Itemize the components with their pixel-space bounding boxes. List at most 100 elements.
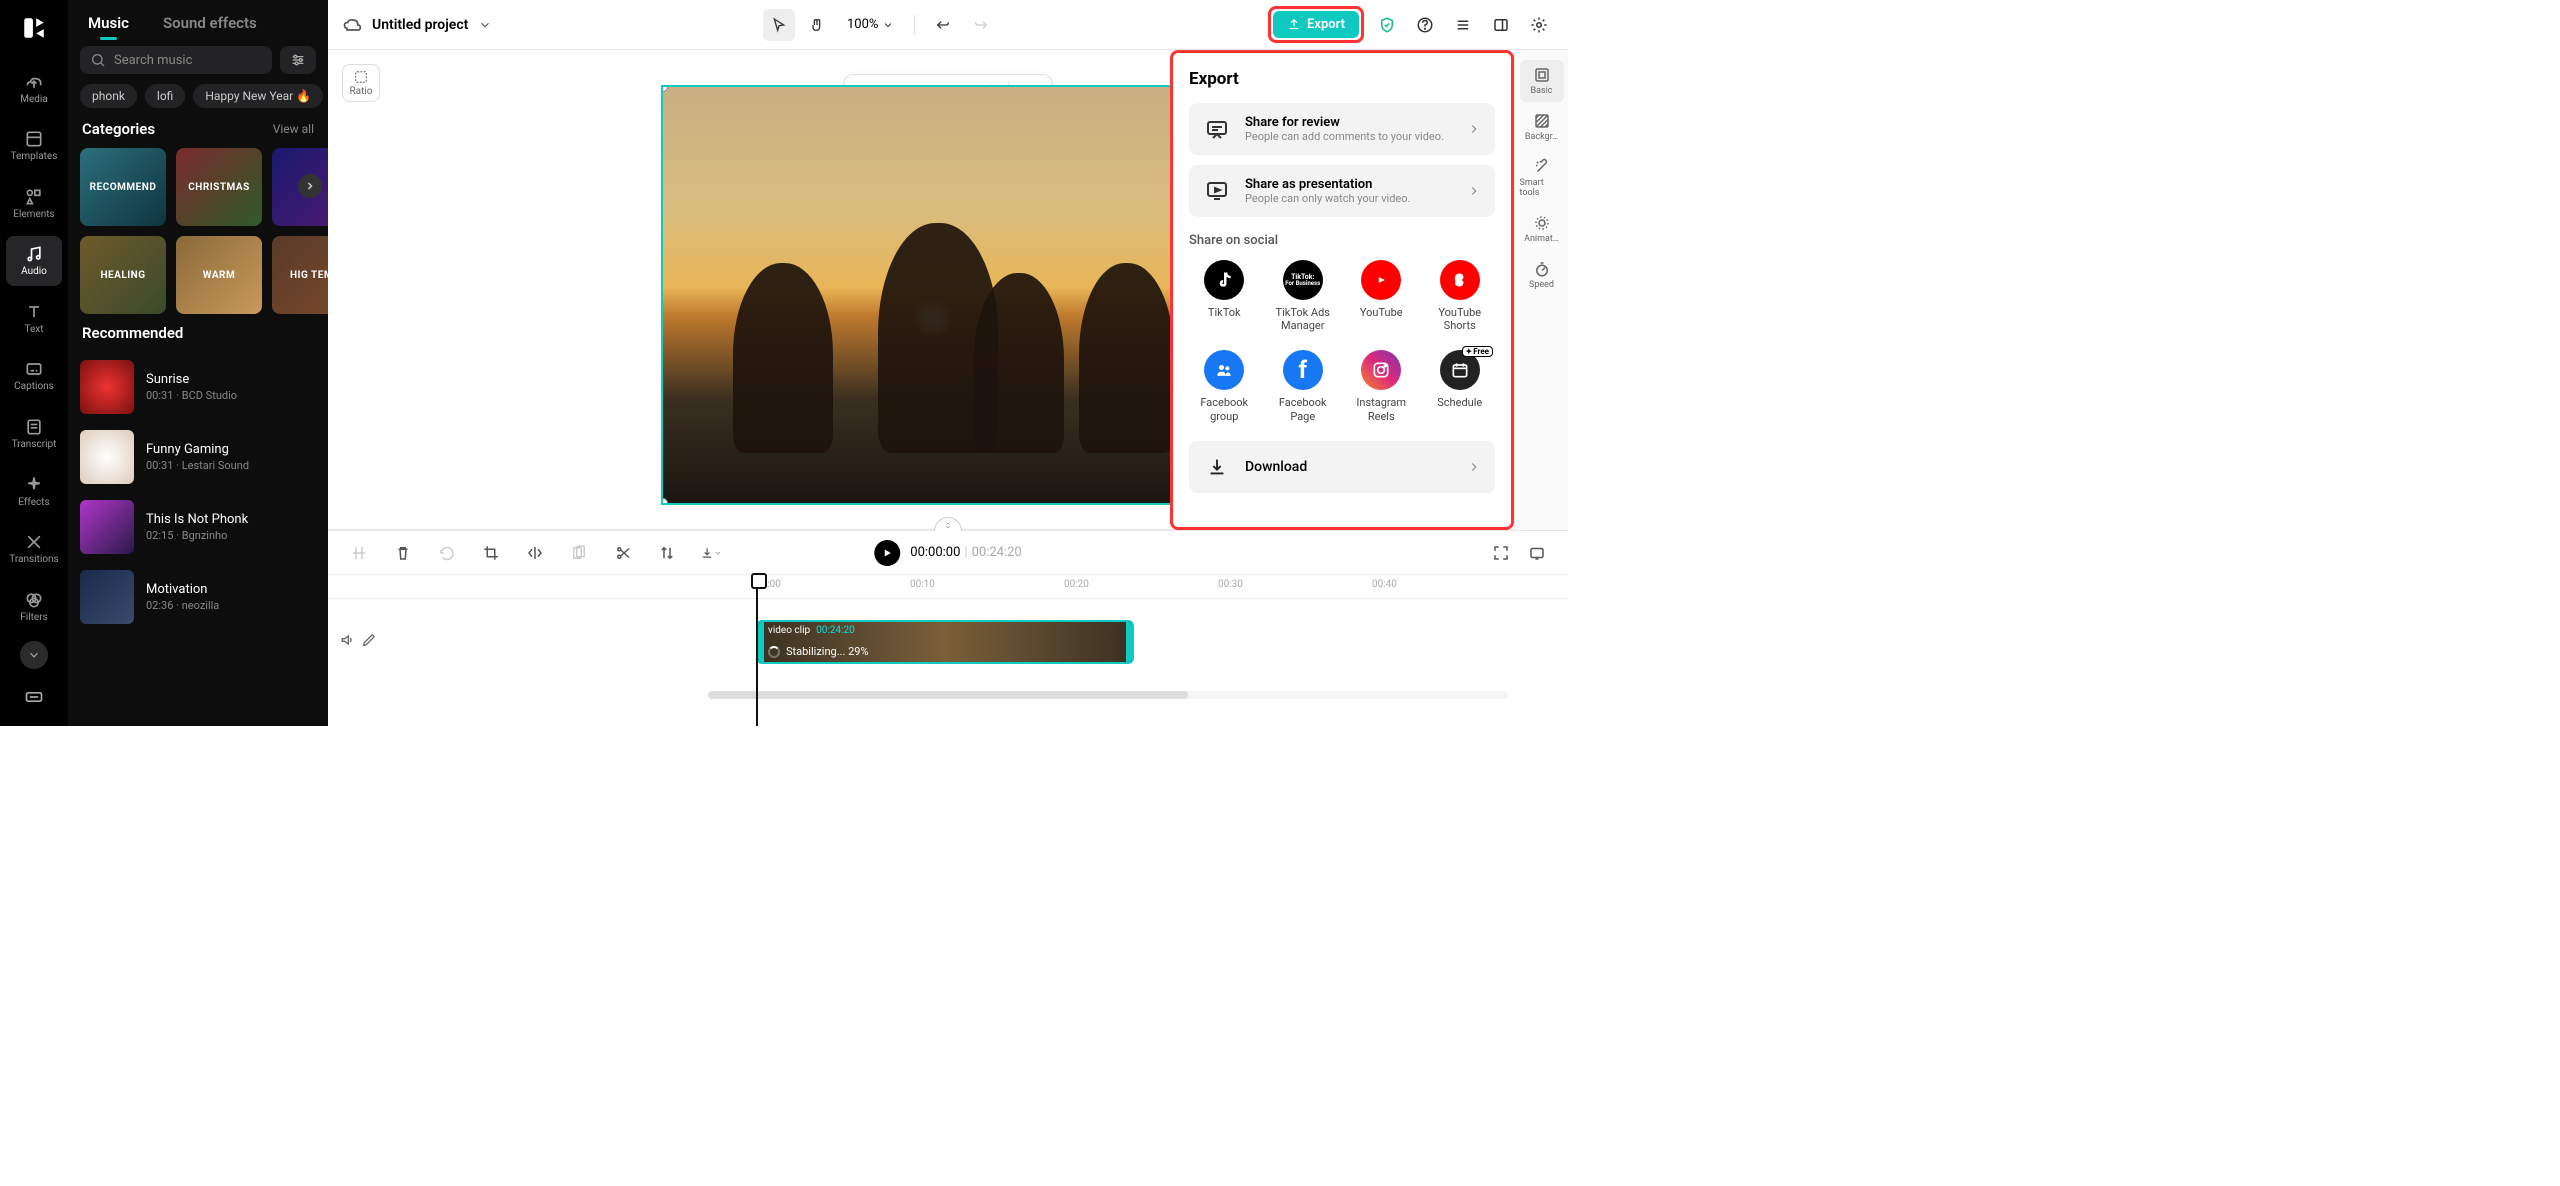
rail-media[interactable]: Media (6, 64, 62, 114)
track-item[interactable]: Funny Gaming 00:31 · Lestari Sound (80, 422, 316, 492)
sliders-icon (290, 52, 306, 68)
social-fb-group[interactable]: Facebook group (1189, 350, 1260, 422)
mirror-tool[interactable] (524, 542, 546, 564)
cloud-save-icon[interactable] (342, 15, 362, 35)
export-highlight: Export (1268, 6, 1364, 43)
split-tool[interactable] (348, 542, 370, 564)
cat-recommend[interactable]: RECOMMEND (80, 148, 166, 226)
zoom-level[interactable]: 100% (847, 17, 894, 32)
track-art (80, 570, 134, 624)
track-audio-icon[interactable] (339, 632, 355, 652)
track-art (80, 360, 134, 414)
chip-happy-new-year[interactable]: Happy New Year 🔥 (193, 84, 323, 108)
social-tiktok-ads[interactable]: TikTok:For Business TikTok Ads Manager (1268, 260, 1339, 332)
cat-high-temp[interactable]: HIG TEMP (272, 236, 328, 314)
retry-tool[interactable] (436, 542, 458, 564)
rr-background[interactable]: Backgr… (1520, 106, 1564, 148)
filter-button[interactable] (280, 46, 316, 74)
settings-icon[interactable] (1524, 10, 1554, 40)
share-as-presentation[interactable]: Share as presentation People can only wa… (1189, 165, 1495, 217)
download-button[interactable]: Download (1189, 441, 1495, 493)
crop-tool[interactable] (480, 542, 502, 564)
resize-handle[interactable] (661, 85, 668, 92)
freeze-tool[interactable] (656, 542, 678, 564)
shield-icon[interactable] (1372, 10, 1402, 40)
cat-healing[interactable]: HEALING (80, 236, 166, 314)
fullscreen-icon[interactable] (1490, 542, 1512, 564)
rr-speed[interactable]: Speed (1520, 254, 1564, 296)
timeline: 00:00:00|00:24:20 00:00 00:10 00:20 00:3… (328, 530, 1568, 726)
cat-scroll-right[interactable] (298, 174, 322, 198)
view-all-link[interactable]: View all (273, 122, 314, 136)
rail-filters[interactable]: Filters (6, 581, 62, 631)
rail-transitions[interactable]: Transitions (6, 524, 62, 574)
social-fb-page[interactable]: f Facebook Page (1268, 350, 1339, 422)
playhead[interactable] (756, 575, 758, 726)
left-rail: Media Templates Elements Audio Text Capt… (0, 0, 68, 726)
play-button[interactable] (874, 540, 900, 566)
cat-christmas[interactable]: CHRISTMAS (176, 148, 262, 226)
download-icon (1203, 453, 1231, 481)
hand-tool[interactable] (801, 9, 833, 41)
social-instagram-reels[interactable]: Instagram Reels (1346, 350, 1417, 422)
ratio-button[interactable]: Ratio (342, 64, 380, 102)
undo-button[interactable] (927, 9, 959, 41)
rail-audio[interactable]: Audio (6, 236, 62, 286)
project-name[interactable]: Untitled project (372, 17, 468, 33)
track-item[interactable]: Sunrise 00:31 · BCD Studio (80, 352, 316, 422)
rail-elements[interactable]: Elements (6, 179, 62, 229)
video-clip[interactable]: video clip00:24:20 Stabilizing... 29% (756, 620, 1134, 664)
pointer-tool[interactable] (763, 9, 795, 41)
chevron-down-icon[interactable] (478, 18, 492, 32)
share-for-review[interactable]: Share for review People can add comments… (1189, 103, 1495, 155)
timeline-ruler[interactable]: 00:00 00:10 00:20 00:30 00:40 (328, 575, 1568, 599)
chevron-right-icon (304, 180, 316, 192)
redo-button[interactable] (965, 9, 997, 41)
social-schedule[interactable]: ✦Free Schedule (1425, 350, 1496, 422)
chip-lofi[interactable]: lofi (145, 84, 185, 108)
track-item[interactable]: This Is Not Phonk 02:15 · Bgnzinho (80, 492, 316, 562)
social-youtube[interactable]: YouTube (1346, 260, 1417, 332)
rail-templates[interactable]: Templates (6, 121, 62, 171)
copy-tool[interactable] (568, 542, 590, 564)
stage-expand-handle[interactable] (934, 517, 962, 531)
track-item[interactable]: Motivation 02:36 · neozilla (80, 562, 316, 632)
review-icon (1203, 115, 1231, 143)
download-tool[interactable] (700, 542, 722, 564)
clip-handle-right[interactable] (1126, 622, 1132, 662)
panel-toggle-icon[interactable] (1486, 10, 1516, 40)
fit-icon[interactable] (1526, 542, 1548, 564)
timeline-scrollbar[interactable] (708, 691, 1508, 699)
tab-music[interactable]: Music (88, 14, 129, 32)
upload-icon (1287, 18, 1301, 32)
cat-warm[interactable]: WARM (176, 236, 262, 314)
video-preview[interactable] (661, 85, 1236, 505)
delete-tool[interactable] (392, 542, 414, 564)
rail-effects[interactable]: Effects (6, 466, 62, 516)
search-input[interactable]: Search music (80, 46, 272, 74)
export-button[interactable]: Export (1273, 11, 1359, 38)
cut-tool[interactable] (612, 542, 634, 564)
rail-text[interactable]: Text (6, 294, 62, 344)
track-edit-icon[interactable] (361, 632, 377, 652)
layers-icon[interactable] (1448, 10, 1478, 40)
rail-transcript[interactable]: Transcript (6, 409, 62, 459)
social-tiktok[interactable]: TikTok (1189, 260, 1260, 332)
help-icon[interactable] (1410, 10, 1440, 40)
clip-handle-left[interactable] (758, 622, 764, 662)
social-youtube-shorts[interactable]: YouTube Shorts (1425, 260, 1496, 332)
rr-smart-tools[interactable]: Smart tools (1520, 152, 1564, 204)
rr-animation[interactable]: Animat… (1520, 208, 1564, 250)
chip-phonk[interactable]: phonk (80, 84, 137, 108)
chevron-right-icon (1467, 460, 1481, 474)
tab-sound-effects[interactable]: Sound effects (163, 14, 257, 32)
keyboard-icon[interactable] (6, 673, 62, 723)
app-logo[interactable] (16, 10, 52, 46)
track-title: Sunrise (146, 372, 237, 387)
resize-handle[interactable] (661, 498, 668, 505)
rr-basic[interactable]: Basic (1520, 60, 1564, 102)
search-icon (90, 52, 106, 68)
track-art (80, 500, 134, 554)
rail-more[interactable] (20, 641, 48, 669)
rail-captions[interactable]: Captions (6, 351, 62, 401)
